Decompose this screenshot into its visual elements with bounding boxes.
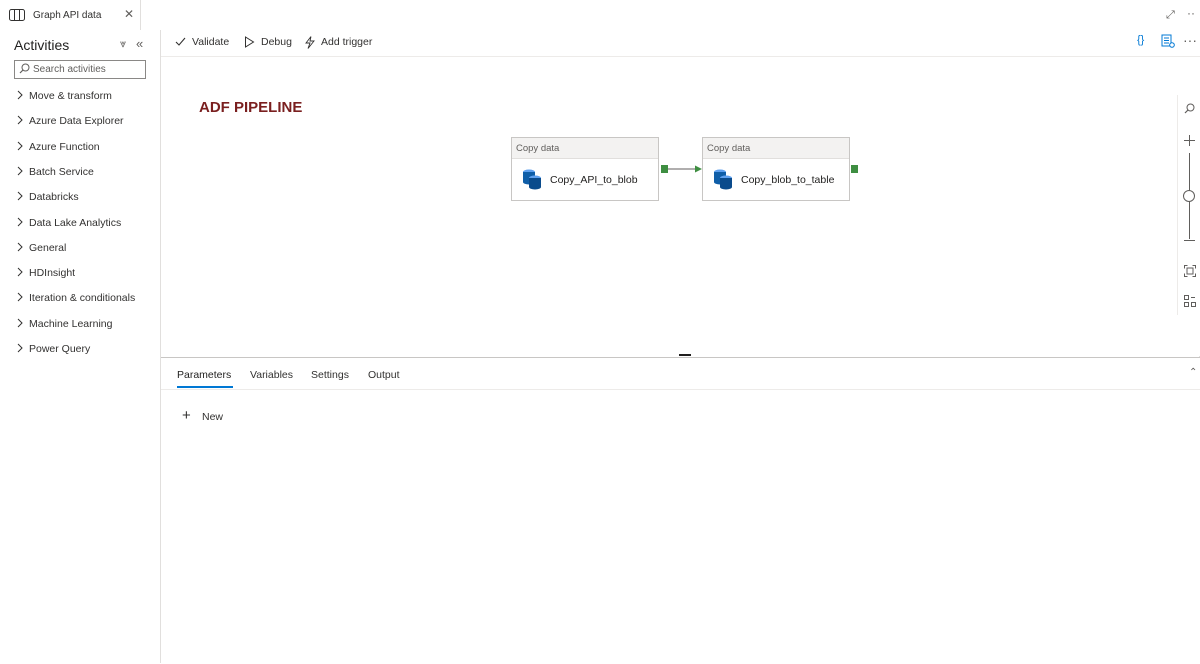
activity-category-hdinsight[interactable]: HDInsight (16, 266, 156, 282)
activity-category-move-transform[interactable]: Move & transform (16, 89, 156, 105)
play-icon (245, 36, 255, 48)
activity-category-label: HDInsight (29, 267, 76, 280)
activity-category-label: Azure Function (29, 140, 100, 153)
plus-icon: + (182, 407, 191, 424)
minus-icon (1184, 240, 1195, 241)
activity-type: Copy data (707, 143, 751, 154)
activity-category-databricks[interactable]: Databricks (16, 190, 156, 206)
canvas-search-button[interactable] (1178, 99, 1200, 119)
pipeline-icon (9, 9, 25, 21)
chevron-right-icon (17, 141, 23, 150)
activity-category-label: Power Query (29, 343, 91, 355)
activity-node-copy-api-to-blob[interactable]: Copy data Copy_API_to_blob (511, 137, 659, 201)
active-tab-indicator (177, 386, 233, 388)
add-trigger-button[interactable]: Add trigger (304, 35, 376, 51)
tab-graph-api-data[interactable]: Graph API data ✕ (0, 0, 141, 30)
tab-more-icon[interactable]: ·· (1187, 6, 1195, 20)
search-icon (1184, 103, 1195, 114)
panel-splitter[interactable] (679, 354, 691, 356)
chevron-right-icon (17, 166, 23, 176)
activity-category-batch-service[interactable]: Batch Service (16, 165, 156, 181)
activities-title: Activities (14, 37, 70, 53)
search-icon (19, 63, 30, 74)
plus-icon (1184, 135, 1195, 146)
bottom-panel: Parameters Variables Settings Output ⌃ +… (161, 357, 1200, 664)
validate-button[interactable]: Validate (175, 35, 235, 51)
chevron-right-icon (17, 318, 23, 328)
search-box[interactable] (14, 60, 146, 79)
activity-header: Copy data (512, 138, 658, 159)
auto-align-icon (1184, 295, 1196, 307)
activity-category-label: Batch Service (29, 165, 94, 178)
zoom-slider-thumb[interactable] (1183, 190, 1195, 202)
tab-parameters[interactable]: Parameters (177, 369, 231, 381)
chevron-right-icon (17, 191, 23, 201)
zoom-toolbar (1177, 95, 1200, 315)
zoom-out-button[interactable] (1178, 231, 1200, 251)
chevron-right-icon (17, 267, 23, 277)
activity-category-label: Data Lake Analytics (29, 216, 122, 229)
activities-panel: Activities ⩔ « Move & transform Azure Dat… (0, 30, 161, 663)
chevron-right-icon (17, 343, 23, 353)
debug-button[interactable]: Debug (244, 35, 294, 51)
bottom-tab-bar: Parameters Variables Settings Output ⌃ (161, 358, 1200, 390)
activity-category-power-query[interactable]: Power Query (16, 342, 156, 358)
success-output-port[interactable] (851, 165, 858, 173)
success-output-port[interactable] (661, 165, 668, 173)
activity-name: Copy_blob_to_table (741, 174, 835, 186)
pipeline-canvas[interactable]: ADF PIPELINE Copy data Copy_API_to_blob … (161, 57, 1200, 356)
activity-node-copy-blob-to-table[interactable]: Copy data Copy_blob_to_table (702, 137, 850, 201)
tab-variables[interactable]: Variables (250, 369, 293, 381)
search-input[interactable] (33, 63, 143, 76)
debug-label: Debug (261, 36, 292, 48)
activity-category-general[interactable]: General (16, 241, 156, 257)
activity-category-azure-function[interactable]: Azure Function (16, 140, 156, 156)
activity-category-label: Iteration & conditionals (29, 292, 136, 305)
chevron-right-icon (17, 217, 23, 226)
copy-data-icon (714, 169, 732, 190)
more-icon[interactable]: ··· (1183, 32, 1197, 48)
activity-category-label: Move & transform (29, 90, 112, 102)
activity-category-label: Databricks (29, 191, 79, 204)
tab-bar: Graph API data ✕ ⤢ ·· (0, 0, 1200, 31)
chevron-right-icon (17, 90, 23, 100)
auto-align-button[interactable] (1178, 291, 1200, 311)
activity-category-machine-learning[interactable]: Machine Learning (16, 317, 156, 333)
new-label: New (202, 411, 224, 423)
activity-header: Copy data (703, 138, 849, 159)
zoom-in-button[interactable] (1178, 131, 1200, 151)
activity-category-azure-data-explorer[interactable]: Azure Data Explorer (16, 114, 156, 130)
canvas-annotation: ADF PIPELINE (199, 99, 303, 116)
fit-to-screen-button[interactable] (1178, 261, 1200, 281)
checkmark-icon (175, 37, 186, 46)
chevron-up-icon[interactable]: ⌃ (1189, 367, 1197, 378)
tab-output[interactable]: Output (368, 369, 400, 381)
lightning-icon (305, 36, 315, 49)
chevron-right-icon (17, 115, 23, 125)
expand-icon[interactable]: ⤢ (1166, 9, 1175, 22)
dependency-arrow (668, 165, 702, 173)
chevron-right-icon (17, 242, 23, 252)
collapse-panel-icon[interactable]: « (136, 36, 143, 51)
properties-icon[interactable] (1161, 34, 1175, 48)
close-icon[interactable]: ✕ (124, 7, 134, 21)
copy-data-icon (523, 169, 541, 190)
validate-label: Validate (192, 36, 230, 48)
activity-type: Copy data (516, 143, 560, 154)
collapse-all-icon[interactable]: ⩔ (120, 38, 126, 51)
activity-category-data-lake-analytics[interactable]: Data Lake Analytics (16, 216, 156, 232)
pipeline-toolbar: Validate Debug Add trigger {} ··· (161, 30, 1200, 57)
activity-category-label: Machine Learning (29, 317, 113, 330)
activity-name: Copy_API_to_blob (550, 174, 638, 186)
tab-settings[interactable]: Settings (311, 369, 349, 381)
tab-title: Graph API data (33, 10, 102, 21)
activity-category-label: General (29, 241, 67, 254)
code-braces-icon[interactable]: {} (1137, 34, 1144, 46)
activity-category-label: Azure Data Explorer (29, 115, 124, 128)
fit-to-screen-icon (1184, 265, 1196, 277)
activity-category-iteration-conditionals[interactable]: Iteration & conditionals (16, 291, 156, 307)
chevron-right-icon (17, 293, 23, 302)
add-trigger-label: Add trigger (321, 36, 373, 48)
